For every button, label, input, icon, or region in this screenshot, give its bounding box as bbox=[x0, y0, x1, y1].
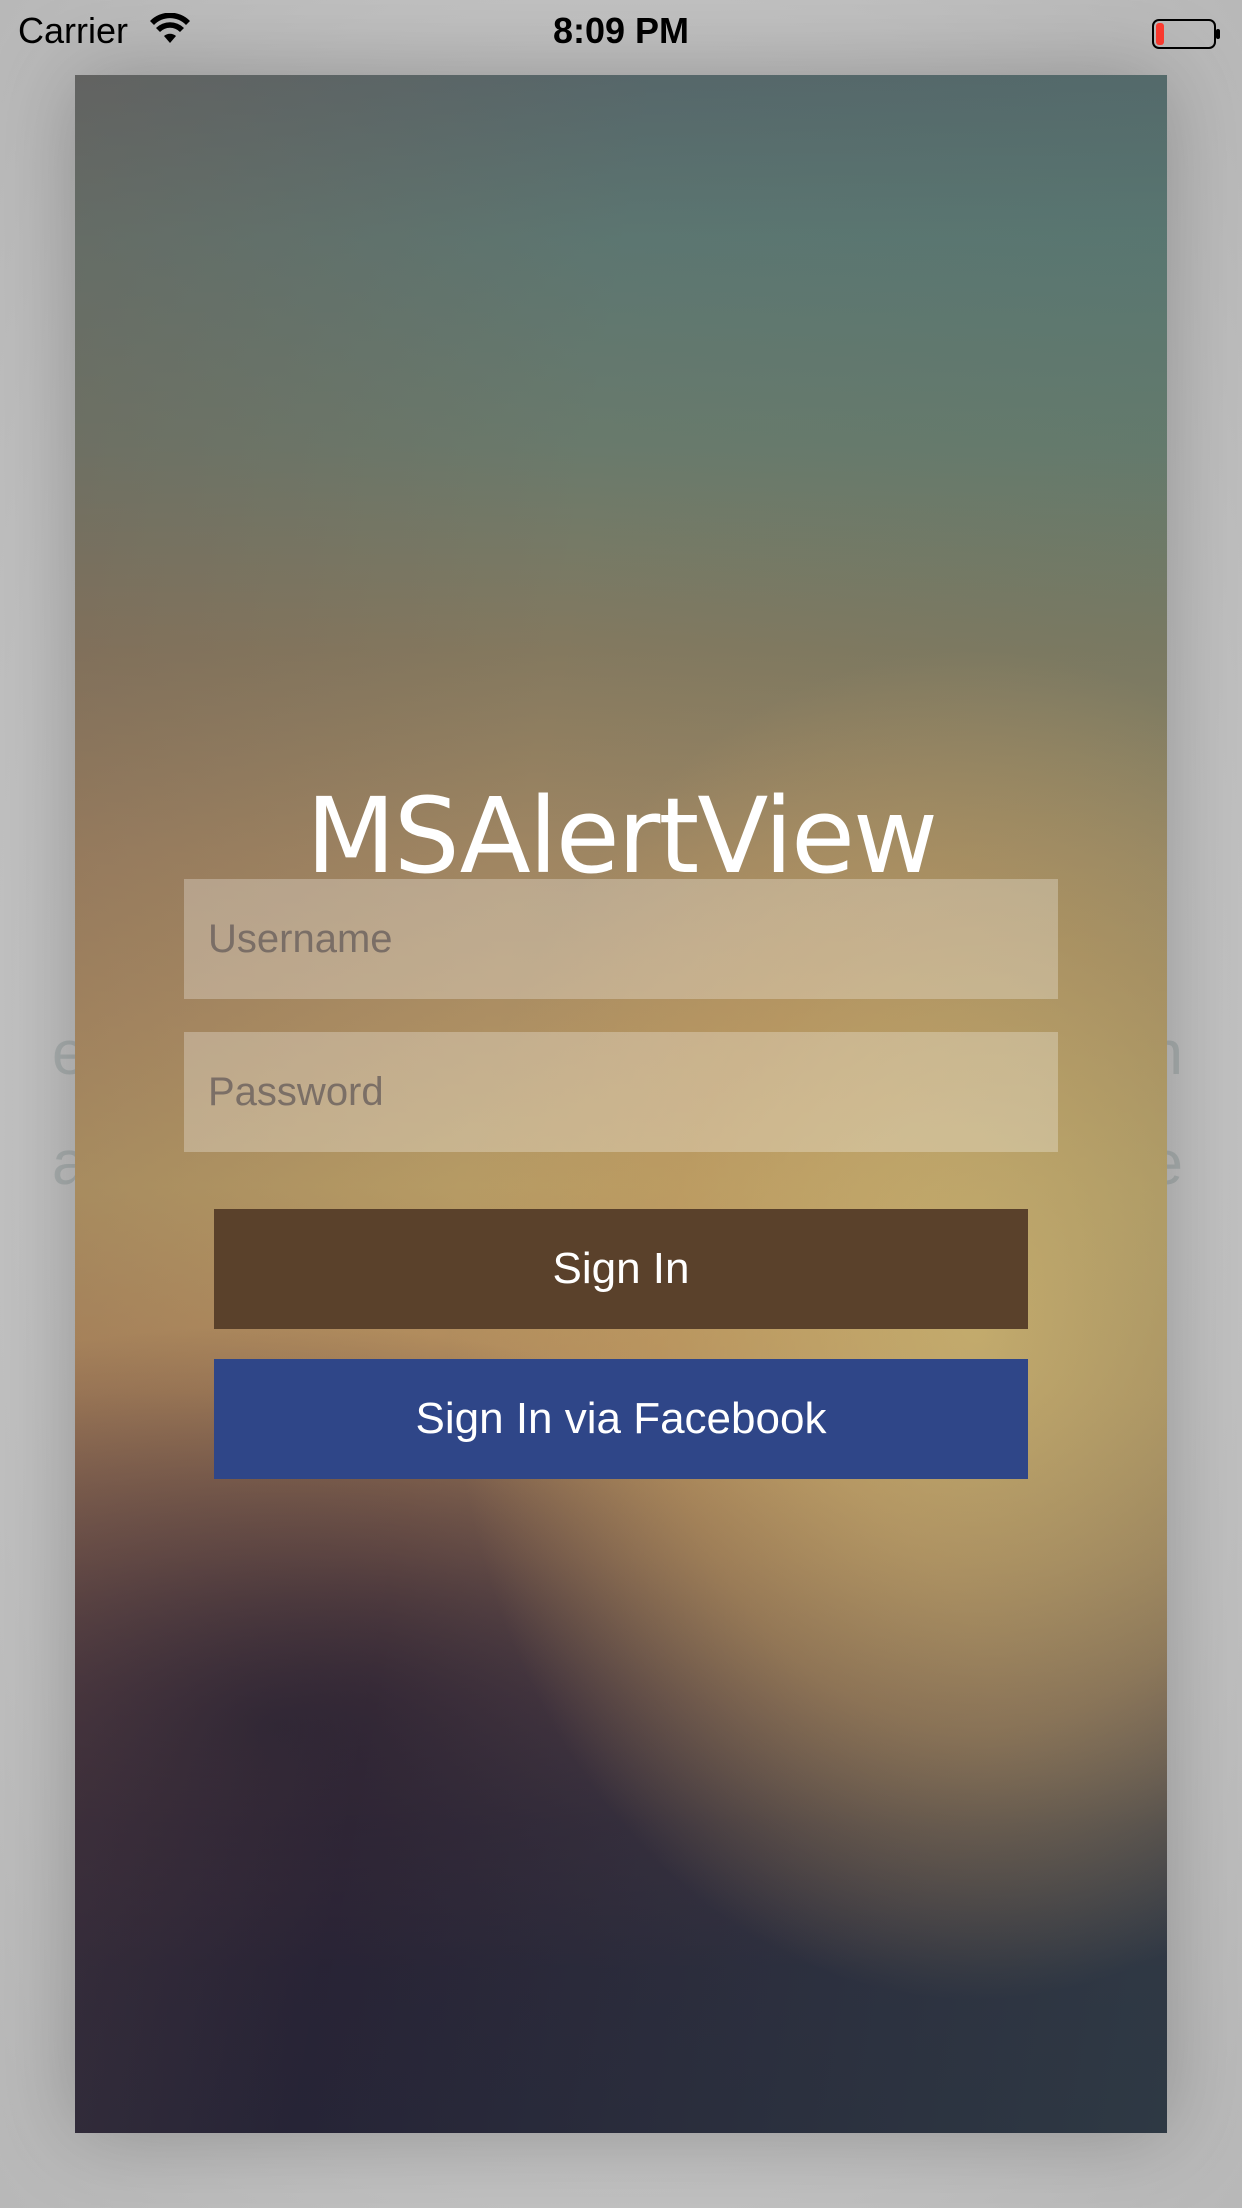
status-bar: Carrier 8:09 PM bbox=[0, 0, 1242, 62]
facebook-sign-in-button[interactable]: Sign In via Facebook bbox=[214, 1359, 1028, 1479]
clock: 8:09 PM bbox=[552, 10, 690, 51]
username-field[interactable] bbox=[184, 879, 1058, 999]
battery-icon bbox=[1152, 16, 1222, 49]
sign-in-button[interactable]: Sign In bbox=[214, 1209, 1028, 1329]
alert-panel: MSAlertView Sign In Sign In via Facebook bbox=[75, 75, 1167, 2133]
password-field[interactable] bbox=[184, 1032, 1058, 1152]
battery-fill bbox=[1156, 23, 1164, 45]
